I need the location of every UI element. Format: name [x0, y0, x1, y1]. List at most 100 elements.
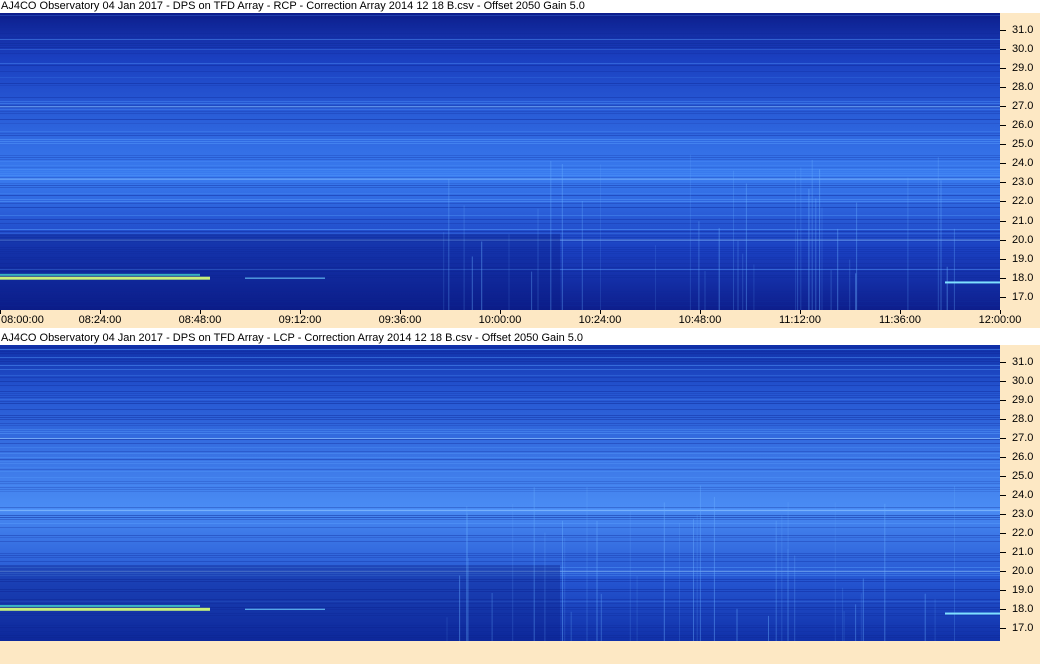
spectral-stripe	[0, 207, 1000, 208]
burst-streak	[837, 228, 839, 310]
burst-streak	[907, 177, 909, 310]
y-tick-label: 28.0	[1012, 413, 1034, 425]
burst-streak	[830, 270, 832, 310]
x-tick-label: 11:12:00	[778, 314, 821, 326]
burst-streak	[745, 183, 747, 310]
burst-streak	[781, 515, 783, 641]
y-tick	[1000, 68, 1006, 70]
y-tick-label: 19.0	[1012, 252, 1034, 265]
spectral-stripe	[0, 119, 1000, 120]
y-tick	[1000, 419, 1006, 420]
spectral-stripe	[0, 167, 1000, 168]
spectral-stripe	[0, 353, 1000, 354]
y-tick-label: 27.0	[1012, 100, 1034, 113]
spectral-stripe	[0, 83, 1000, 84]
y-tick-label: 20.0	[1012, 233, 1034, 246]
y-tick	[1000, 494, 1006, 496]
spectral-stripe	[0, 415, 1000, 416]
interference-line	[0, 437, 1000, 439]
y-tick	[1000, 258, 1006, 260]
spectral-stripe	[0, 161, 1000, 162]
spectral-stripe	[0, 173, 1000, 174]
x-tick-label: 09:36:00	[378, 314, 422, 326]
low-frequency-shadow	[0, 565, 560, 641]
burst-streak	[713, 496, 715, 641]
spectral-stripe	[0, 397, 1000, 398]
spectral-stripe	[0, 509, 1000, 510]
spectral-stripe	[0, 23, 1000, 24]
spectral-stripe	[0, 391, 1000, 392]
y-tick	[1000, 87, 1006, 89]
spectral-stripe	[0, 135, 1000, 136]
y-axis-lcp: 17.0 18.0 19.0 20.0 21.0 22.0 23.0 24.0 25.0 26.0…	[1000, 345, 1040, 641]
spectral-stripe	[0, 49, 1000, 50]
burst-streak	[655, 245, 656, 310]
y-tick	[1000, 163, 1006, 165]
y-tick	[1000, 144, 1006, 146]
y-tick-label: 25.0	[1012, 138, 1034, 151]
x-axis-lcp	[0, 641, 1040, 664]
y-axis-rcp: 17.0 18.0 19.0 20.0 21.0 22.0 23.0 24.0 25.0 26.0…	[1000, 13, 1040, 310]
spectral-stripe	[0, 165, 1000, 166]
burst-streak	[937, 157, 939, 310]
spectral-stripe	[0, 85, 1000, 86]
y-tick	[1000, 608, 1006, 610]
burst-streak	[459, 575, 461, 641]
spectral-stripe	[0, 171, 1000, 172]
y-tick-label: 18.0	[1012, 602, 1034, 615]
burst-streak	[629, 510, 631, 641]
spectral-stripe	[0, 481, 1000, 482]
emission-band-mid	[245, 608, 325, 610]
burst-streak	[884, 503, 886, 641]
spectral-stripe	[0, 183, 1000, 184]
spectral-stripe	[0, 463, 1000, 464]
burst-streak	[842, 587, 844, 641]
burst-streak	[737, 240, 739, 310]
burst-streak	[856, 202, 858, 310]
y-tick	[1000, 277, 1006, 279]
y-tick	[1000, 182, 1006, 184]
burst-streak	[843, 611, 845, 641]
x-axis-rcp: 08:00:00 08:24:00 08:48:00 09:12:00 09:36:00…	[0, 310, 1040, 328]
x-tick-label: 12:00:00	[978, 314, 1022, 326]
spectral-stripe	[0, 519, 1000, 520]
spectral-stripe	[0, 369, 1000, 370]
spectral-stripe	[0, 451, 1000, 452]
spectral-stripe	[0, 553, 1000, 554]
spectral-stripe	[0, 157, 1000, 158]
spectral-stripe	[0, 459, 1000, 460]
spectral-stripe	[0, 15, 1000, 16]
burst-streak	[448, 179, 450, 310]
burst-streak	[508, 234, 510, 310]
y-tick	[1000, 30, 1006, 32]
burst-streak	[855, 604, 857, 641]
spectral-stripe	[0, 177, 1000, 178]
spectral-stripe	[0, 561, 1000, 562]
burst-streak	[562, 520, 563, 641]
spectral-stripe	[0, 33, 1000, 34]
burst-streak	[581, 201, 583, 310]
y-tick-label: 23.0	[1012, 507, 1034, 520]
y-tick	[1000, 456, 1006, 458]
y-tick	[1000, 627, 1006, 629]
spectrogram-rcp	[0, 13, 1000, 310]
spectral-stripe	[0, 195, 1000, 196]
y-tick	[1000, 381, 1006, 383]
spectral-stripe	[0, 433, 1000, 434]
spectral-stripe	[0, 385, 1000, 386]
spectral-stripe	[0, 517, 1000, 518]
spectral-stripe	[0, 139, 1000, 140]
burst-streak	[736, 608, 738, 641]
burst-streak	[481, 241, 483, 310]
spectral-stripe	[0, 483, 1000, 484]
spectral-stripe	[0, 457, 1000, 458]
spectral-stripe	[0, 47, 1000, 48]
y-tick-label: 22.0	[1012, 195, 1034, 208]
y-tick	[1000, 49, 1006, 51]
y-tick-label: 26.0	[1012, 450, 1034, 463]
y-tick-label: 21.0	[1012, 214, 1034, 227]
spectral-stripe	[0, 53, 1000, 54]
burst-streak	[570, 611, 572, 641]
y-tick-label: 25.0	[1012, 469, 1034, 482]
burst-streak	[733, 170, 734, 310]
